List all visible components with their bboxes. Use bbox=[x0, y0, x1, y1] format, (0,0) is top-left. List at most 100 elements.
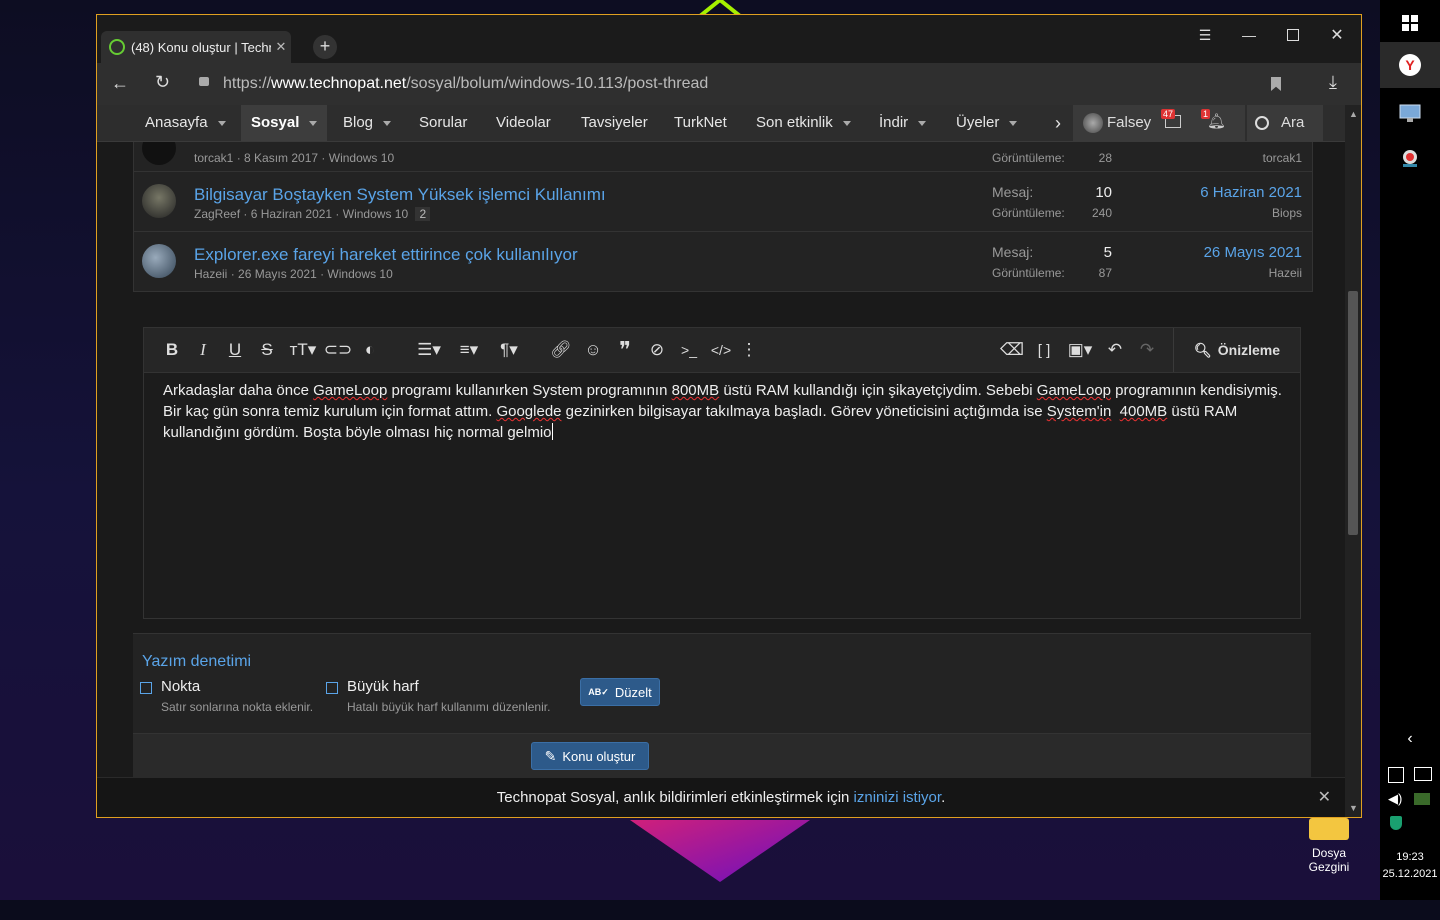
nav-turknet[interactable]: TurkNet bbox=[674, 105, 727, 141]
last-post-date[interactable]: 26 Mayıs 2021 bbox=[1204, 244, 1302, 261]
nvidia-icon[interactable] bbox=[1414, 793, 1430, 805]
page-badge[interactable]: 2 bbox=[415, 207, 431, 221]
italic-icon[interactable]: I bbox=[190, 338, 216, 362]
browser-menu-icon[interactable]: ☰ bbox=[1185, 23, 1225, 47]
chevron-down-icon[interactable] bbox=[842, 120, 851, 126]
tab-title: (48) Konu oluştur | Techn bbox=[131, 39, 271, 55]
preview-button[interactable]: 🔍︎ Önizleme bbox=[1173, 328, 1300, 372]
paragraph-icon[interactable]: ¶▾ bbox=[492, 338, 526, 362]
start-button[interactable] bbox=[1380, 0, 1440, 46]
nav-sosyal[interactable]: Sosyal bbox=[241, 105, 328, 141]
redo-icon[interactable]: ↷ bbox=[1134, 338, 1160, 362]
underline-icon[interactable]: U bbox=[222, 338, 248, 362]
insert-link-icon[interactable]: 🔗︎ bbox=[548, 338, 574, 362]
smiley-icon[interactable]: ☺ bbox=[580, 338, 606, 362]
reload-icon[interactable]: ↻ bbox=[155, 72, 170, 93]
spoiler-icon[interactable]: ⊘ bbox=[644, 338, 670, 362]
scrollbar-thumb[interactable] bbox=[1348, 291, 1358, 535]
search-button[interactable]: Ara bbox=[1247, 105, 1323, 141]
nav-sorular[interactable]: Sorular bbox=[419, 105, 467, 141]
list-icon[interactable]: ☰▾ bbox=[412, 338, 446, 362]
notification-permission-link[interactable]: izninizi istiyor bbox=[854, 789, 942, 806]
new-tab-button[interactable]: + bbox=[313, 35, 337, 59]
bold-icon[interactable]: B bbox=[159, 338, 185, 362]
volume-icon[interactable]: ◀) bbox=[1388, 791, 1402, 807]
notification-close-icon[interactable]: ✕ bbox=[1318, 778, 1331, 817]
defender-icon[interactable] bbox=[1390, 816, 1402, 830]
create-thread-button[interactable]: ✎ Konu oluştur bbox=[531, 742, 649, 770]
thread-title[interactable]: Bilgisayar Boştayken System Yüksek işlem… bbox=[194, 185, 606, 205]
thread-title[interactable]: Explorer.exe fareyi hareket ettirince ço… bbox=[194, 245, 578, 265]
nav-uyeler[interactable]: Üyeler bbox=[956, 105, 1018, 141]
network-icon[interactable] bbox=[1414, 767, 1432, 781]
nav-videolar[interactable]: Videolar bbox=[496, 105, 551, 141]
buyuk-harf-label[interactable]: Büyük harf bbox=[347, 678, 419, 695]
text-size-icon[interactable]: тT▾ bbox=[286, 338, 320, 362]
last-poster[interactable]: Hazeii bbox=[1269, 266, 1302, 280]
chevron-down-icon[interactable] bbox=[383, 120, 392, 126]
last-poster[interactable]: Biops bbox=[1272, 206, 1302, 220]
yandex-browser-taskbar[interactable]: Y bbox=[1380, 42, 1440, 88]
last-post-date[interactable]: 6 Haziran 2021 bbox=[1200, 184, 1302, 201]
scroll-up-icon[interactable]: ▲ bbox=[1349, 109, 1358, 119]
lock-icon[interactable] bbox=[199, 77, 209, 86]
nokta-label[interactable]: Nokta bbox=[161, 678, 200, 695]
link-icon[interactable]: ⊂⊃ bbox=[324, 338, 353, 362]
search-icon bbox=[1255, 116, 1269, 130]
undo-icon[interactable]: ↶ bbox=[1102, 338, 1128, 362]
back-arrow-icon[interactable]: ← bbox=[111, 73, 129, 94]
nav-anasayfa[interactable]: Anasayfa bbox=[145, 105, 226, 141]
minimize-button[interactable]: — bbox=[1229, 23, 1269, 47]
nav-scroll-right-icon[interactable]: › bbox=[1055, 105, 1061, 141]
clock-time[interactable]: 19:23 bbox=[1380, 849, 1440, 865]
drafts-icon[interactable]: ▣▾ bbox=[1063, 338, 1097, 362]
tray-expand-icon[interactable]: ‹ bbox=[1380, 727, 1440, 751]
code-inline-icon[interactable]: >_ bbox=[676, 338, 702, 362]
page-scrollbar[interactable]: ▲ ▼ bbox=[1345, 105, 1361, 817]
nokta-checkbox[interactable] bbox=[140, 682, 152, 694]
last-poster[interactable]: torcak1 bbox=[1263, 151, 1302, 165]
thread-row[interactable]: Bilgisayar Boştayken System Yüksek işlem… bbox=[134, 171, 1312, 231]
views-count: 240 bbox=[1091, 206, 1112, 220]
active-tab[interactable]: (48) Konu oluştur | Techn ✕ bbox=[101, 31, 291, 63]
align-icon[interactable]: ≡▾ bbox=[452, 338, 486, 362]
palette-icon[interactable]: ◐ bbox=[357, 338, 383, 362]
nav-indir[interactable]: İndir bbox=[879, 105, 927, 141]
bookmark-icon[interactable] bbox=[1271, 77, 1281, 91]
chevron-down-icon[interactable] bbox=[309, 120, 318, 126]
eraser-icon[interactable]: ⌫ bbox=[999, 338, 1025, 362]
tray-app-icon[interactable] bbox=[1388, 767, 1404, 783]
thread-meta: ZagReef · 6 Haziran 2021 · Windows 10 2 bbox=[194, 207, 431, 221]
avatar[interactable] bbox=[142, 244, 176, 278]
chevron-down-icon[interactable] bbox=[918, 120, 927, 126]
strikethrough-icon[interactable]: S bbox=[254, 338, 280, 362]
nav-son-etkinlik[interactable]: Son etkinlik bbox=[756, 105, 851, 141]
monitor-app-taskbar[interactable] bbox=[1380, 90, 1440, 136]
thread-meta: Hazeii · 26 Mayıs 2021 · Windows 10 bbox=[194, 267, 393, 281]
url-path: /sosyal/bolum/windows-10.113/post-thread bbox=[406, 75, 709, 92]
file-explorer-desktop-icon[interactable]: Dosya Gezgini bbox=[1296, 818, 1362, 874]
search-label: Ara bbox=[1281, 114, 1305, 131]
chevron-down-icon[interactable] bbox=[1009, 120, 1018, 126]
thread-row[interactable]: Explorer.exe fareyi hareket ettirince ço… bbox=[134, 231, 1312, 291]
bbcode-toggle-icon[interactable]: [ ] bbox=[1031, 338, 1057, 362]
clock-date[interactable]: 25.12.2021 bbox=[1380, 866, 1440, 882]
snipping-tool-taskbar[interactable] bbox=[1380, 136, 1440, 182]
url-field[interactable]: https://www.technopat.net/sosyal/bolum/w… bbox=[223, 75, 708, 93]
user-menu[interactable]: Falsey 47 🔔︎ 1 bbox=[1073, 105, 1245, 141]
nav-tavsiyeler[interactable]: Tavsiyeler bbox=[581, 105, 648, 141]
scroll-down-icon[interactable]: ▼ bbox=[1349, 803, 1358, 813]
editor-text-area[interactable]: Arkadaşlar daha önce GameLoop programı k… bbox=[163, 380, 1287, 443]
quote-icon[interactable]: ❞ bbox=[612, 337, 638, 362]
duzelt-button[interactable]: AB✓ Düzelt bbox=[580, 678, 660, 706]
tab-close-icon[interactable]: ✕ bbox=[271, 39, 291, 55]
download-icon[interactable]: ⤓ bbox=[1329, 72, 1337, 93]
nav-blog[interactable]: Blog bbox=[343, 105, 392, 141]
more-options-icon[interactable]: ⋮ bbox=[736, 338, 762, 362]
close-window-button[interactable]: ✕ bbox=[1317, 23, 1357, 47]
buyuk-harf-checkbox[interactable] bbox=[326, 682, 338, 694]
maximize-button[interactable] bbox=[1273, 23, 1313, 47]
avatar[interactable] bbox=[142, 184, 176, 218]
code-icon[interactable]: </> bbox=[708, 338, 734, 362]
chevron-down-icon[interactable] bbox=[217, 120, 226, 126]
